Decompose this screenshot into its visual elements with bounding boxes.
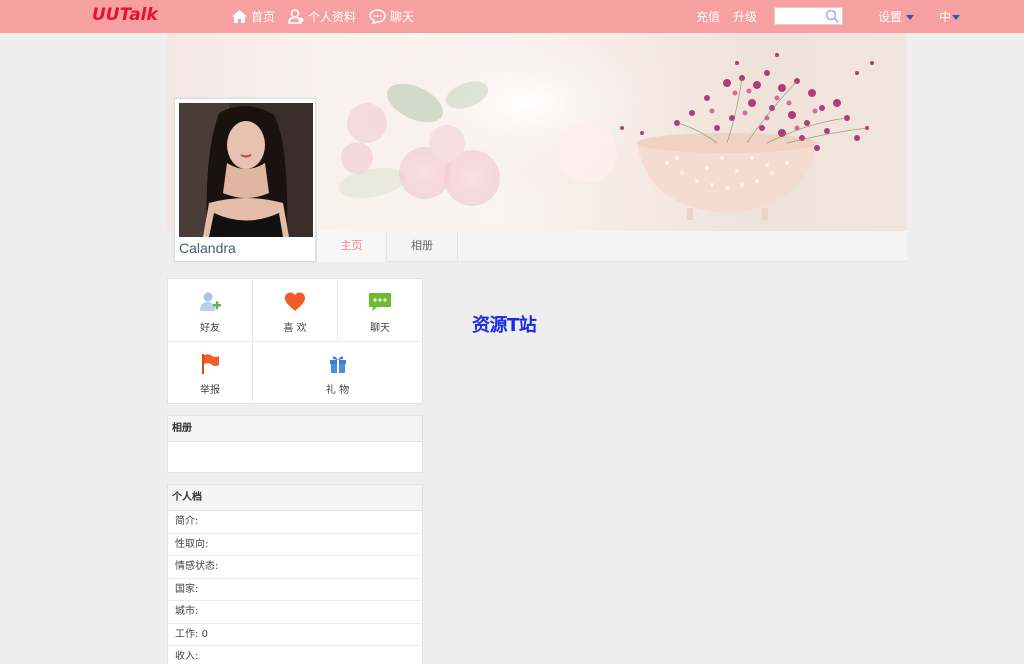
avatar[interactable]	[179, 103, 313, 237]
divider	[168, 341, 422, 342]
like-button[interactable]: 喜 欢	[253, 291, 337, 334]
search-icon[interactable]	[825, 9, 840, 24]
chevron-down-icon	[906, 15, 915, 20]
field-country: 国家:	[168, 579, 422, 601]
report-button[interactable]: 举报	[168, 353, 252, 396]
field-label: 情感状态:	[175, 561, 219, 572]
flag-icon	[202, 354, 219, 374]
field-job: 工作: 0	[168, 624, 422, 646]
add-friend-button[interactable]: 好友	[168, 291, 252, 334]
tab-album[interactable]: 相册	[387, 231, 458, 262]
tab-home[interactable]: 主页	[316, 231, 387, 262]
profile-photo-card: Calandra	[174, 98, 316, 262]
field-label: 工作:	[175, 628, 199, 640]
profile-actions: 好友 喜 欢 聊天 举报 礼 物	[167, 278, 423, 404]
field-label: 简介:	[175, 516, 199, 527]
gift-button[interactable]: 礼 物	[253, 353, 422, 396]
language-label: 中	[939, 10, 952, 24]
top-navigation-bar: UUTalk 首页 个人资料 聊天 充值 升级 设置 中	[0, 0, 1024, 33]
home-icon	[232, 9, 247, 23]
personal-info-panel: 个人档 简介: 性取向: 情感状态: 国家: 城市: 工作: 0 收入:	[167, 484, 423, 664]
album-panel-title: 相册	[168, 416, 422, 442]
gift-icon	[329, 356, 346, 373]
site-logo[interactable]: UUTalk	[92, 5, 158, 25]
field-label: 国家:	[175, 583, 199, 595]
field-label: 收入:	[175, 651, 199, 662]
field-relationship-status: 情感状态:	[168, 556, 422, 579]
nav-home[interactable]: 首页	[232, 7, 275, 25]
nav-profile-label: 个人资料	[308, 9, 357, 24]
nav-home-label: 首页	[251, 9, 276, 24]
field-bio: 简介:	[168, 511, 422, 534]
settings-menu[interactable]: 设置	[878, 8, 915, 25]
chat-bubble-icon	[369, 293, 391, 311]
watermark-text: 资源T站	[472, 315, 537, 336]
heart-icon	[285, 292, 305, 311]
chat-icon	[369, 8, 386, 24]
profile-name: Calandra	[179, 240, 236, 256]
add-friend-icon	[200, 292, 221, 311]
field-orientation: 性取向:	[168, 534, 422, 556]
chat-label: 聊天	[370, 323, 390, 334]
field-city: 城市:	[168, 601, 422, 624]
search-box	[774, 7, 843, 25]
profile-tabs: 主页 相册	[316, 231, 907, 262]
recharge-link[interactable]: 充值	[696, 8, 720, 25]
profile-icon	[288, 8, 304, 24]
personal-info-panel-title: 个人档	[168, 485, 422, 511]
chat-button[interactable]: 聊天	[338, 291, 422, 334]
nav-chat[interactable]: 聊天	[369, 7, 414, 25]
chevron-down-icon	[952, 15, 961, 20]
language-menu[interactable]: 中	[939, 8, 961, 25]
settings-label: 设置	[878, 10, 903, 24]
nav-chat-label: 聊天	[390, 9, 415, 24]
field-label: 性取向:	[175, 538, 209, 550]
search-input[interactable]	[775, 8, 825, 24]
nav-profile[interactable]: 个人资料	[288, 7, 356, 25]
field-income: 收入:	[168, 646, 422, 664]
album-panel: 相册	[167, 415, 423, 473]
avatar-portrait	[179, 103, 313, 237]
field-label: 城市:	[175, 606, 199, 617]
gift-label: 礼 物	[325, 385, 350, 396]
add-friend-label: 好友	[200, 323, 220, 334]
like-label: 喜 欢	[283, 323, 307, 334]
report-label: 举报	[200, 385, 220, 396]
field-value: 0	[201, 628, 208, 640]
upgrade-link[interactable]: 升级	[733, 8, 757, 25]
